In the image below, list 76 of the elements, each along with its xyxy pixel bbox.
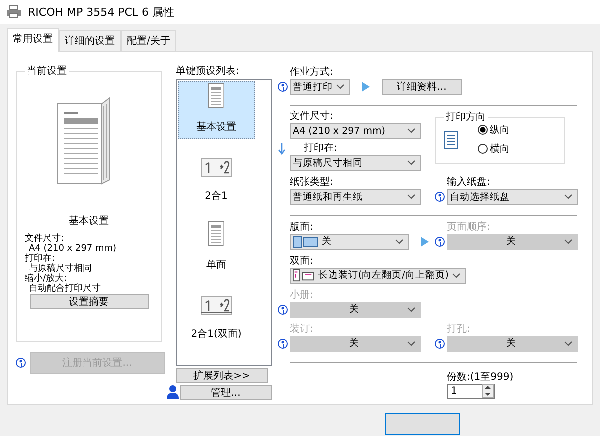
chevron-icon	[564, 194, 573, 200]
detail-label: 文件尺寸:	[25, 234, 64, 244]
details-button[interactable]: 详细资料...	[382, 79, 462, 95]
group-title: 当前设置	[26, 64, 68, 78]
dropdown[interactable]: 与原稿尺寸相同	[290, 155, 421, 172]
tab[interactable]: 配置/关于	[121, 30, 176, 51]
field-label: 输入纸盘:	[446, 176, 492, 190]
info-icon	[278, 338, 288, 349]
preset-item[interactable]: 基本设置	[178, 81, 255, 139]
detail-label: 缩小/放大:	[25, 274, 68, 284]
duplex-icon	[293, 269, 316, 282]
field-label: 作业方式:	[289, 66, 334, 79]
copies-field[interactable]: 1	[447, 384, 495, 399]
chevron-icon	[407, 160, 416, 166]
printer-icon	[6, 5, 22, 19]
field-label: 双面:	[289, 254, 314, 268]
tab[interactable]: 常用设置	[7, 28, 59, 52]
portrait-page-icon	[444, 130, 458, 149]
window-title: RICOH MP 3554 PCL 6 属性	[28, 4, 175, 20]
manage-button[interactable]: 管理...	[180, 385, 272, 400]
duplex-two-in-one-icon	[200, 296, 232, 316]
chevron-icon	[395, 238, 404, 245]
chevron-icon	[564, 238, 573, 245]
field-label: 装订:	[289, 322, 314, 336]
detail-value: 自动配合打印尺寸	[28, 284, 101, 294]
expand-list-button[interactable]: 扩展列表>>	[176, 368, 268, 383]
dropdown[interactable]: 普通打印	[290, 79, 350, 95]
field-label: 纸张类型:	[289, 176, 334, 190]
info-icon	[278, 82, 288, 92]
group-title: 打印方向	[445, 110, 487, 124]
chevron-icon	[452, 272, 461, 279]
layout-icon	[293, 236, 319, 248]
field-label: 文件尺寸:	[289, 110, 334, 124]
dropdown[interactable]: 长边装订(向左翻页/向上翻页)	[290, 268, 466, 284]
field-label: 版面:	[289, 220, 314, 234]
radio-button[interactable]: 横向	[478, 142, 510, 156]
triangle-icon	[362, 82, 370, 92]
dialog-button[interactable]	[385, 413, 460, 435]
info-icon	[435, 192, 445, 202]
chevron-icon	[407, 340, 416, 347]
triangle-icon	[421, 236, 429, 247]
detail-label: 打印在:	[25, 254, 56, 264]
chevron-icon	[564, 340, 573, 347]
summary-button[interactable]: 设置摘要	[30, 294, 148, 309]
dropdown[interactable]: A4 (210 x 297 mm)	[290, 123, 421, 140]
dropdown[interactable]: 关	[290, 234, 409, 250]
person-icon	[167, 384, 179, 398]
chevron-icon	[407, 194, 416, 200]
field-label: 小册:	[289, 288, 314, 302]
dropdown[interactable]: 普通纸和再生纸	[290, 189, 421, 206]
detail-value: A4 (210 x 297 mm)	[29, 244, 117, 254]
preset-list-label: 单键预设列表:	[176, 64, 240, 78]
field-label: 份数:(1至999)	[446, 370, 515, 384]
preset-item[interactable]: 2合1	[178, 150, 255, 208]
chevron-icon	[336, 84, 345, 90]
preset-item[interactable]: 2合1(双面)	[178, 288, 255, 346]
field-label: 打孔:	[446, 322, 472, 336]
info-icon	[278, 304, 288, 315]
preset-item[interactable]: 单面	[178, 219, 255, 277]
info-icon	[16, 358, 26, 368]
info-icon	[435, 338, 445, 349]
document-icon	[208, 83, 226, 109]
tab[interactable]: 详细的设置	[59, 30, 121, 51]
info-icon	[435, 236, 445, 247]
radio-button[interactable]: 纵向	[478, 123, 510, 138]
document-icon	[208, 221, 226, 247]
field-label: 页面顺序:	[446, 220, 492, 234]
chevron-icon	[407, 306, 416, 313]
dropdown[interactable]: 自动选择纸盘	[447, 189, 578, 206]
down-arrow-icon	[278, 142, 286, 155]
field-label: 打印在:	[303, 142, 338, 156]
two-in-one-icon	[200, 158, 232, 178]
spinner-icon[interactable]	[482, 384, 494, 398]
chevron-icon	[407, 128, 416, 134]
preset-name: 基本设置	[69, 214, 109, 228]
detail-value: 与原稿尺寸相同	[29, 264, 92, 274]
